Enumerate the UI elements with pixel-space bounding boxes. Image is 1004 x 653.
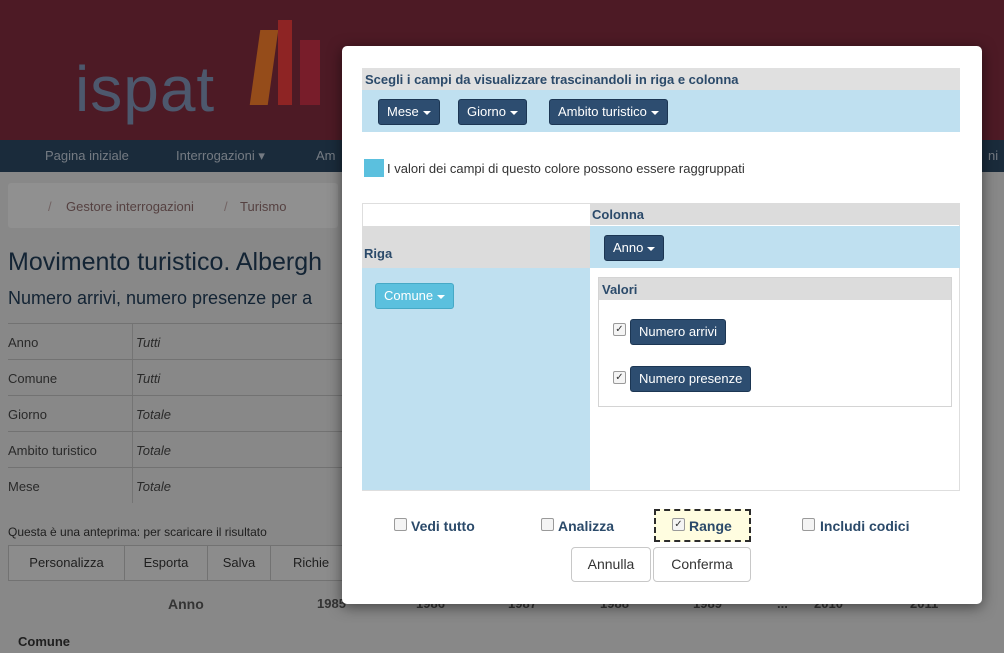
dialog-header: Scegli i campi da visualizzare trascinan…	[362, 68, 960, 90]
values-label: Valori	[602, 282, 638, 297]
includi-codici-label[interactable]: Includi codici	[820, 518, 909, 534]
dialog-title: Scegli i campi da visualizzare trascinan…	[365, 72, 739, 87]
vedi-tutto-checkbox[interactable]	[394, 518, 407, 531]
column-label: Colonna	[592, 207, 644, 222]
numero-arrivi-checkbox[interactable]: ✓	[613, 323, 626, 336]
field-pill-giorno[interactable]: Giorno	[458, 99, 528, 125]
field-pill-mese[interactable]: Mese	[378, 99, 440, 125]
pivot-config-dialog: Scegli i campi da visualizzare trascinan…	[342, 46, 982, 604]
confirm-button[interactable]: Conferma	[653, 547, 751, 582]
row-label: Riga	[364, 246, 393, 261]
values-header: Valori	[599, 278, 951, 300]
column-header	[590, 203, 960, 225]
available-fields-zone[interactable]: Mese Giorno Ambito turistico	[362, 90, 960, 132]
chevron-down-icon	[510, 110, 519, 115]
field-pill-ambito-turistico[interactable]: Ambito turistico	[549, 99, 668, 125]
includi-codici-checkbox[interactable]	[802, 518, 815, 531]
value-pill-numero-arrivi[interactable]: Numero arrivi	[630, 319, 727, 345]
value-pill-numero-presenze[interactable]: Numero presenze	[630, 366, 752, 392]
chevron-down-icon	[650, 110, 659, 115]
numero-presenze-checkbox[interactable]: ✓	[613, 371, 626, 384]
cancel-button[interactable]: Annulla	[571, 547, 651, 582]
row-drop-zone[interactable]: Comune	[362, 268, 590, 490]
range-label[interactable]: Range	[689, 518, 732, 534]
column-drop-zone[interactable]: Anno	[590, 226, 960, 268]
range-checkbox[interactable]: ✓	[672, 518, 685, 531]
chevron-down-icon	[422, 110, 431, 115]
chevron-down-icon	[437, 294, 446, 299]
field-pill-comune[interactable]: Comune	[375, 283, 455, 309]
analizza-label[interactable]: Analizza	[558, 518, 614, 534]
groupable-color-swatch	[364, 159, 384, 177]
vedi-tutto-label[interactable]: Vedi tutto	[411, 518, 475, 534]
field-pill-anno[interactable]: Anno	[604, 235, 665, 261]
chevron-down-icon	[647, 246, 656, 251]
values-panel: Valori ✓ Numero arrivi ✓ Numero presenze	[598, 277, 952, 407]
row-header	[362, 226, 590, 268]
groupable-legend-text: I valori dei campi di questo colore poss…	[387, 161, 745, 176]
analizza-checkbox[interactable]	[541, 518, 554, 531]
